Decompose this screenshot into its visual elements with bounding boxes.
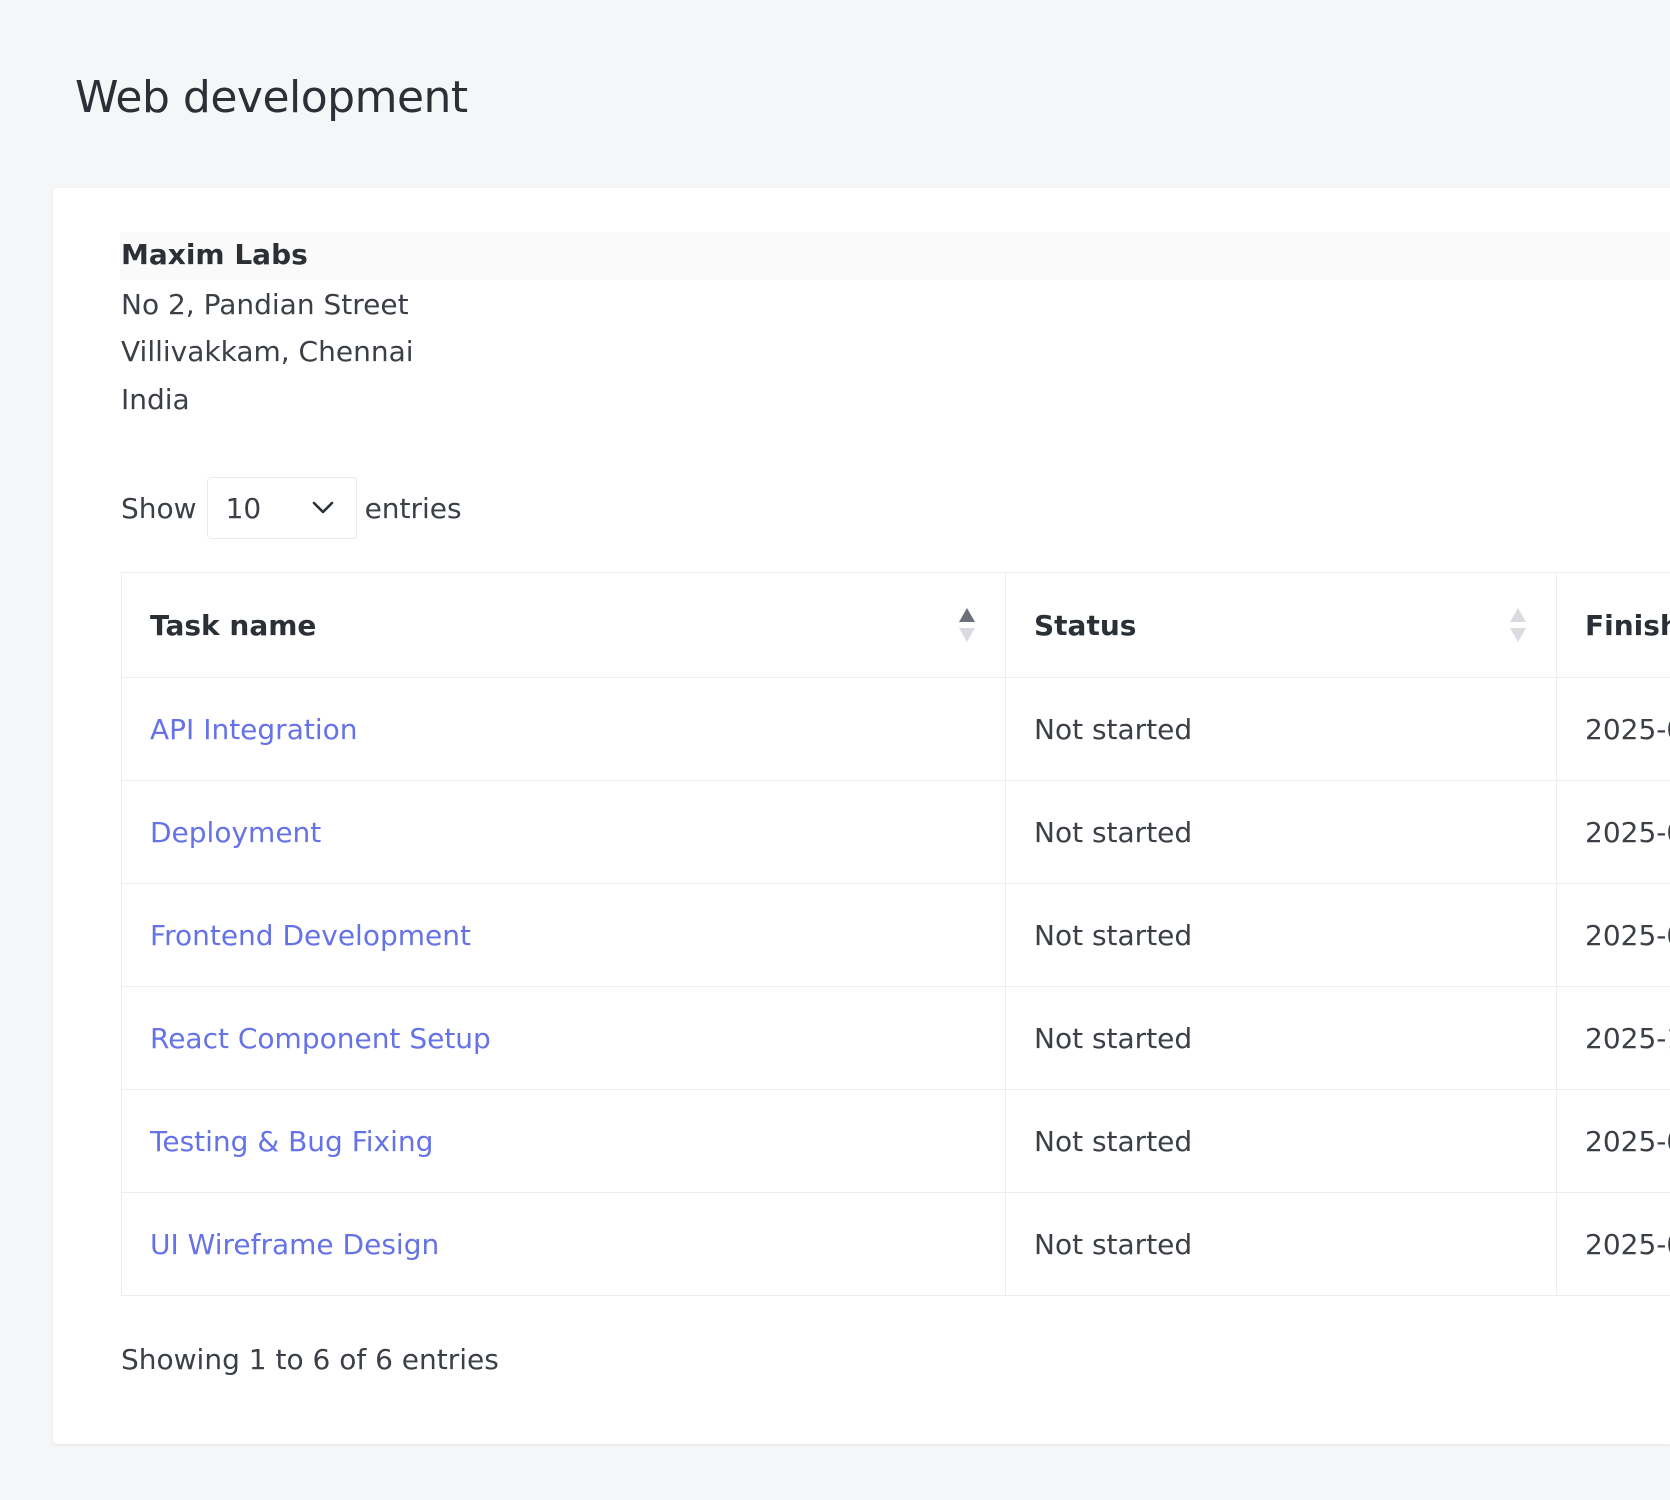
table-row: React Component Setup Not started 2025-1… [121,986,1670,1090]
task-link[interactable]: API Integration [150,713,357,746]
table-row: Deployment Not started 2025-09-( [121,780,1670,884]
table-header-row: Task name Status Finis [121,572,1670,678]
page-title: Web development [75,72,468,123]
task-link[interactable]: Testing & Bug Fixing [150,1125,433,1158]
address-line-1: No 2, Pandian Street [121,288,409,321]
table-info-text: Showing 1 to 6 of 6 entries [121,1343,499,1376]
project-card: Maxim Labs No 2, Pandian Street Villivak… [53,188,1670,1444]
task-link[interactable]: UI Wireframe Design [150,1228,439,1261]
address-line-3: India [121,383,190,416]
task-name-cell: Frontend Development [121,883,1006,987]
status-cell: Not started [1005,883,1557,987]
column-header-label: Finish dat [1585,608,1670,642]
column-header-label: Status [1034,608,1137,642]
sort-icon [1510,608,1526,642]
finish-date-cell: 2025-08-( [1556,883,1670,987]
table-row: Testing & Bug Fixing Not started 2025-07… [121,1089,1670,1193]
entries-length-control: Show 10 entries [121,476,462,540]
table-row: UI Wireframe Design Not started 2025-09- [121,1192,1670,1296]
tasks-table-wrapper: Task name Status Finis API Integration N… [121,572,1670,1296]
task-name-cell: React Component Setup [121,986,1006,1090]
task-link[interactable]: Frontend Development [150,919,471,952]
show-label: Show [121,491,197,525]
status-cell: Not started [1005,677,1557,781]
task-link[interactable]: React Component Setup [150,1022,491,1055]
company-name: Maxim Labs [121,238,308,271]
table-row: Frontend Development Not started 2025-08… [121,883,1670,987]
task-name-cell: UI Wireframe Design [121,1192,1006,1296]
status-cell: Not started [1005,986,1557,1090]
entries-per-page-select[interactable]: 10 [206,477,357,539]
chevron-down-icon [312,501,334,515]
column-header-task-name[interactable]: Task name [121,572,1006,678]
status-cell: Not started [1005,1089,1557,1193]
sort-ascending-icon [959,608,975,642]
column-header-status[interactable]: Status [1005,572,1557,678]
finish-date-cell: 2025-07- [1556,677,1670,781]
tasks-table: Task name Status Finis API Integration N… [121,572,1670,1296]
column-header-label: Task name [150,608,317,642]
task-link[interactable]: Deployment [150,816,321,849]
finish-date-cell: 2025-09- [1556,1192,1670,1296]
entries-per-page-value: 10 [225,491,262,525]
finish-date-cell: 2025-09-( [1556,780,1670,884]
task-name-cell: Testing & Bug Fixing [121,1089,1006,1193]
company-header-band [120,232,1670,280]
table-row: API Integration Not started 2025-07- [121,677,1670,781]
finish-date-cell: 2025-07-: [1556,1089,1670,1193]
entries-label: entries [364,491,462,525]
task-name-cell: Deployment [121,780,1006,884]
status-cell: Not started [1005,1192,1557,1296]
finish-date-cell: 2025-11- [1556,986,1670,1090]
address-line-2: Villivakkam, Chennai [121,335,414,368]
status-cell: Not started [1005,780,1557,884]
column-header-finish-date[interactable]: Finish dat [1556,572,1670,678]
task-name-cell: API Integration [121,677,1006,781]
